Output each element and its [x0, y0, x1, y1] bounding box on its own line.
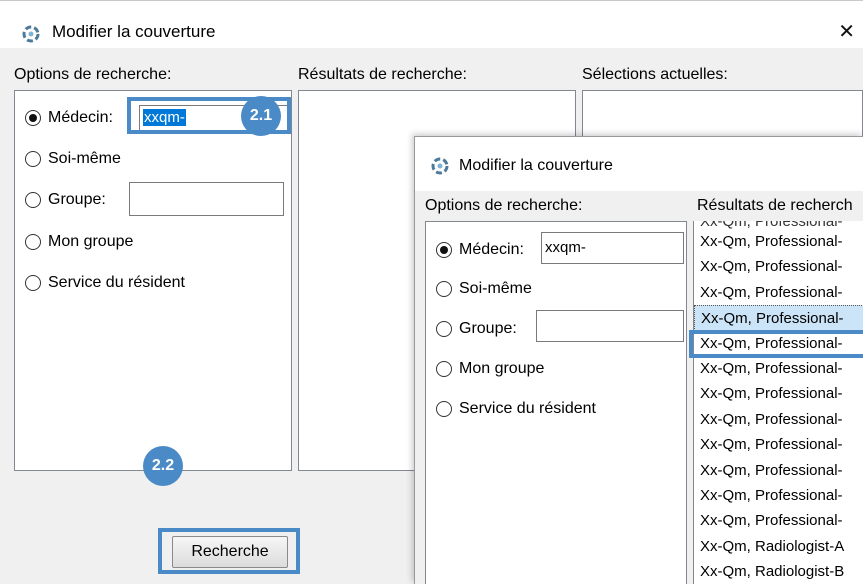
radio-button[interactable] [436, 281, 452, 297]
title-bar: Modifier la couverture ✕ [0, 1, 863, 48]
list-item[interactable]: Xx-Qm, Professional- [694, 432, 863, 457]
radio-self[interactable]: Soi-même [25, 148, 121, 170]
radio-group-label: Groupe: [459, 320, 517, 337]
radio-my-group-label: Mon groupe [48, 233, 134, 250]
radio-resident-service-label: Service du résident [459, 400, 596, 417]
radio-doctor[interactable]: Médecin: [436, 239, 524, 261]
callout-badge-2-2: 2.2 [143, 446, 183, 486]
list-item[interactable]: Xx-Qm, Radiologist-A [694, 534, 863, 559]
list-item[interactable]: Xx-Qm, Professional- [694, 458, 863, 483]
radio-my-group[interactable]: Mon groupe [25, 231, 133, 253]
radio-button-checked[interactable] [436, 242, 452, 258]
search-results-label: Résultats de recherche: [298, 66, 467, 83]
window-title: Modifier la couverture [52, 22, 216, 41]
search-results-list[interactable]: Xx-Qm, Professional- Xx-Qm, Professional… [693, 221, 863, 584]
list-item-selected[interactable]: Xx-Qm, Professional- [694, 305, 863, 331]
radio-button-checked[interactable] [25, 110, 41, 126]
radio-button[interactable] [436, 321, 452, 337]
search-options-panel: Médecin: xxqm- Soi-même Groupe: Mon grou… [425, 221, 687, 584]
radio-group-label: Groupe: [48, 191, 106, 208]
list-item[interactable]: Xx-Qm, Professional- [694, 356, 863, 381]
radio-self-label: Soi-même [48, 150, 121, 167]
callout-badge-2-1: 2.1 [241, 96, 281, 136]
radio-resident-service[interactable]: Service du résident [436, 398, 596, 420]
radio-resident-service-label: Service du résident [48, 274, 185, 291]
search-options-label: Options de recherche: [14, 66, 172, 83]
group-search-input[interactable] [536, 310, 684, 342]
app-icon [431, 157, 449, 175]
app-icon [22, 25, 40, 43]
current-selections-label: Sélections actuelles: [582, 66, 728, 83]
callout-frame-selection [689, 330, 863, 358]
search-results-label: Résultats de recherch [697, 197, 853, 214]
radio-self-label: Soi-même [459, 280, 532, 297]
list-item-partial[interactable]: Xx-Qm, Professional- [694, 221, 863, 229]
radio-doctor-label: Médecin: [459, 241, 524, 258]
radio-button[interactable] [25, 234, 41, 250]
list-item[interactable]: Xx-Qm, Professional- [694, 381, 863, 406]
radio-resident-service[interactable]: Service du résident [25, 272, 185, 294]
front-dialog: Modifier la couverture Options de recher… [414, 136, 863, 584]
doctor-search-input[interactable]: xxqm- [541, 232, 684, 264]
radio-self[interactable]: Soi-même [436, 278, 532, 300]
list-item[interactable]: Xx-Qm, Professional- [694, 229, 863, 254]
radio-button[interactable] [25, 275, 41, 291]
list-item[interactable]: Xx-Qm, Professional- [694, 407, 863, 432]
radio-doctor-label: Médecin: [48, 109, 113, 126]
list-item[interactable]: Xx-Qm, Professional- [694, 508, 863, 533]
title-bar: Modifier la couverture [415, 137, 863, 191]
list-item[interactable]: Xx-Qm, Professional- [694, 483, 863, 508]
radio-button[interactable] [436, 361, 452, 377]
list-item[interactable]: Xx-Qm, Radiologist-B [694, 559, 863, 584]
list-item[interactable]: Xx-Qm, Professional- [694, 254, 863, 279]
radio-group[interactable]: Groupe: [25, 189, 106, 211]
search-options-label: Options de recherche: [425, 197, 583, 214]
callout-frame-button [158, 528, 300, 574]
radio-doctor[interactable]: Médecin: [25, 107, 113, 129]
close-icon[interactable]: ✕ [838, 19, 855, 44]
search-options-panel: Médecin: xxqm- Soi-même Groupe: Mon grou… [14, 90, 292, 471]
radio-button[interactable] [436, 401, 452, 417]
list-item[interactable]: Xx-Qm, Professional- [694, 280, 863, 305]
radio-my-group-label: Mon groupe [459, 360, 545, 377]
radio-button[interactable] [25, 192, 41, 208]
radio-button[interactable] [25, 151, 41, 167]
radio-my-group[interactable]: Mon groupe [436, 358, 544, 380]
group-search-input[interactable] [129, 182, 284, 216]
window-title: Modifier la couverture [459, 157, 613, 174]
radio-group[interactable]: Groupe: [436, 318, 517, 340]
